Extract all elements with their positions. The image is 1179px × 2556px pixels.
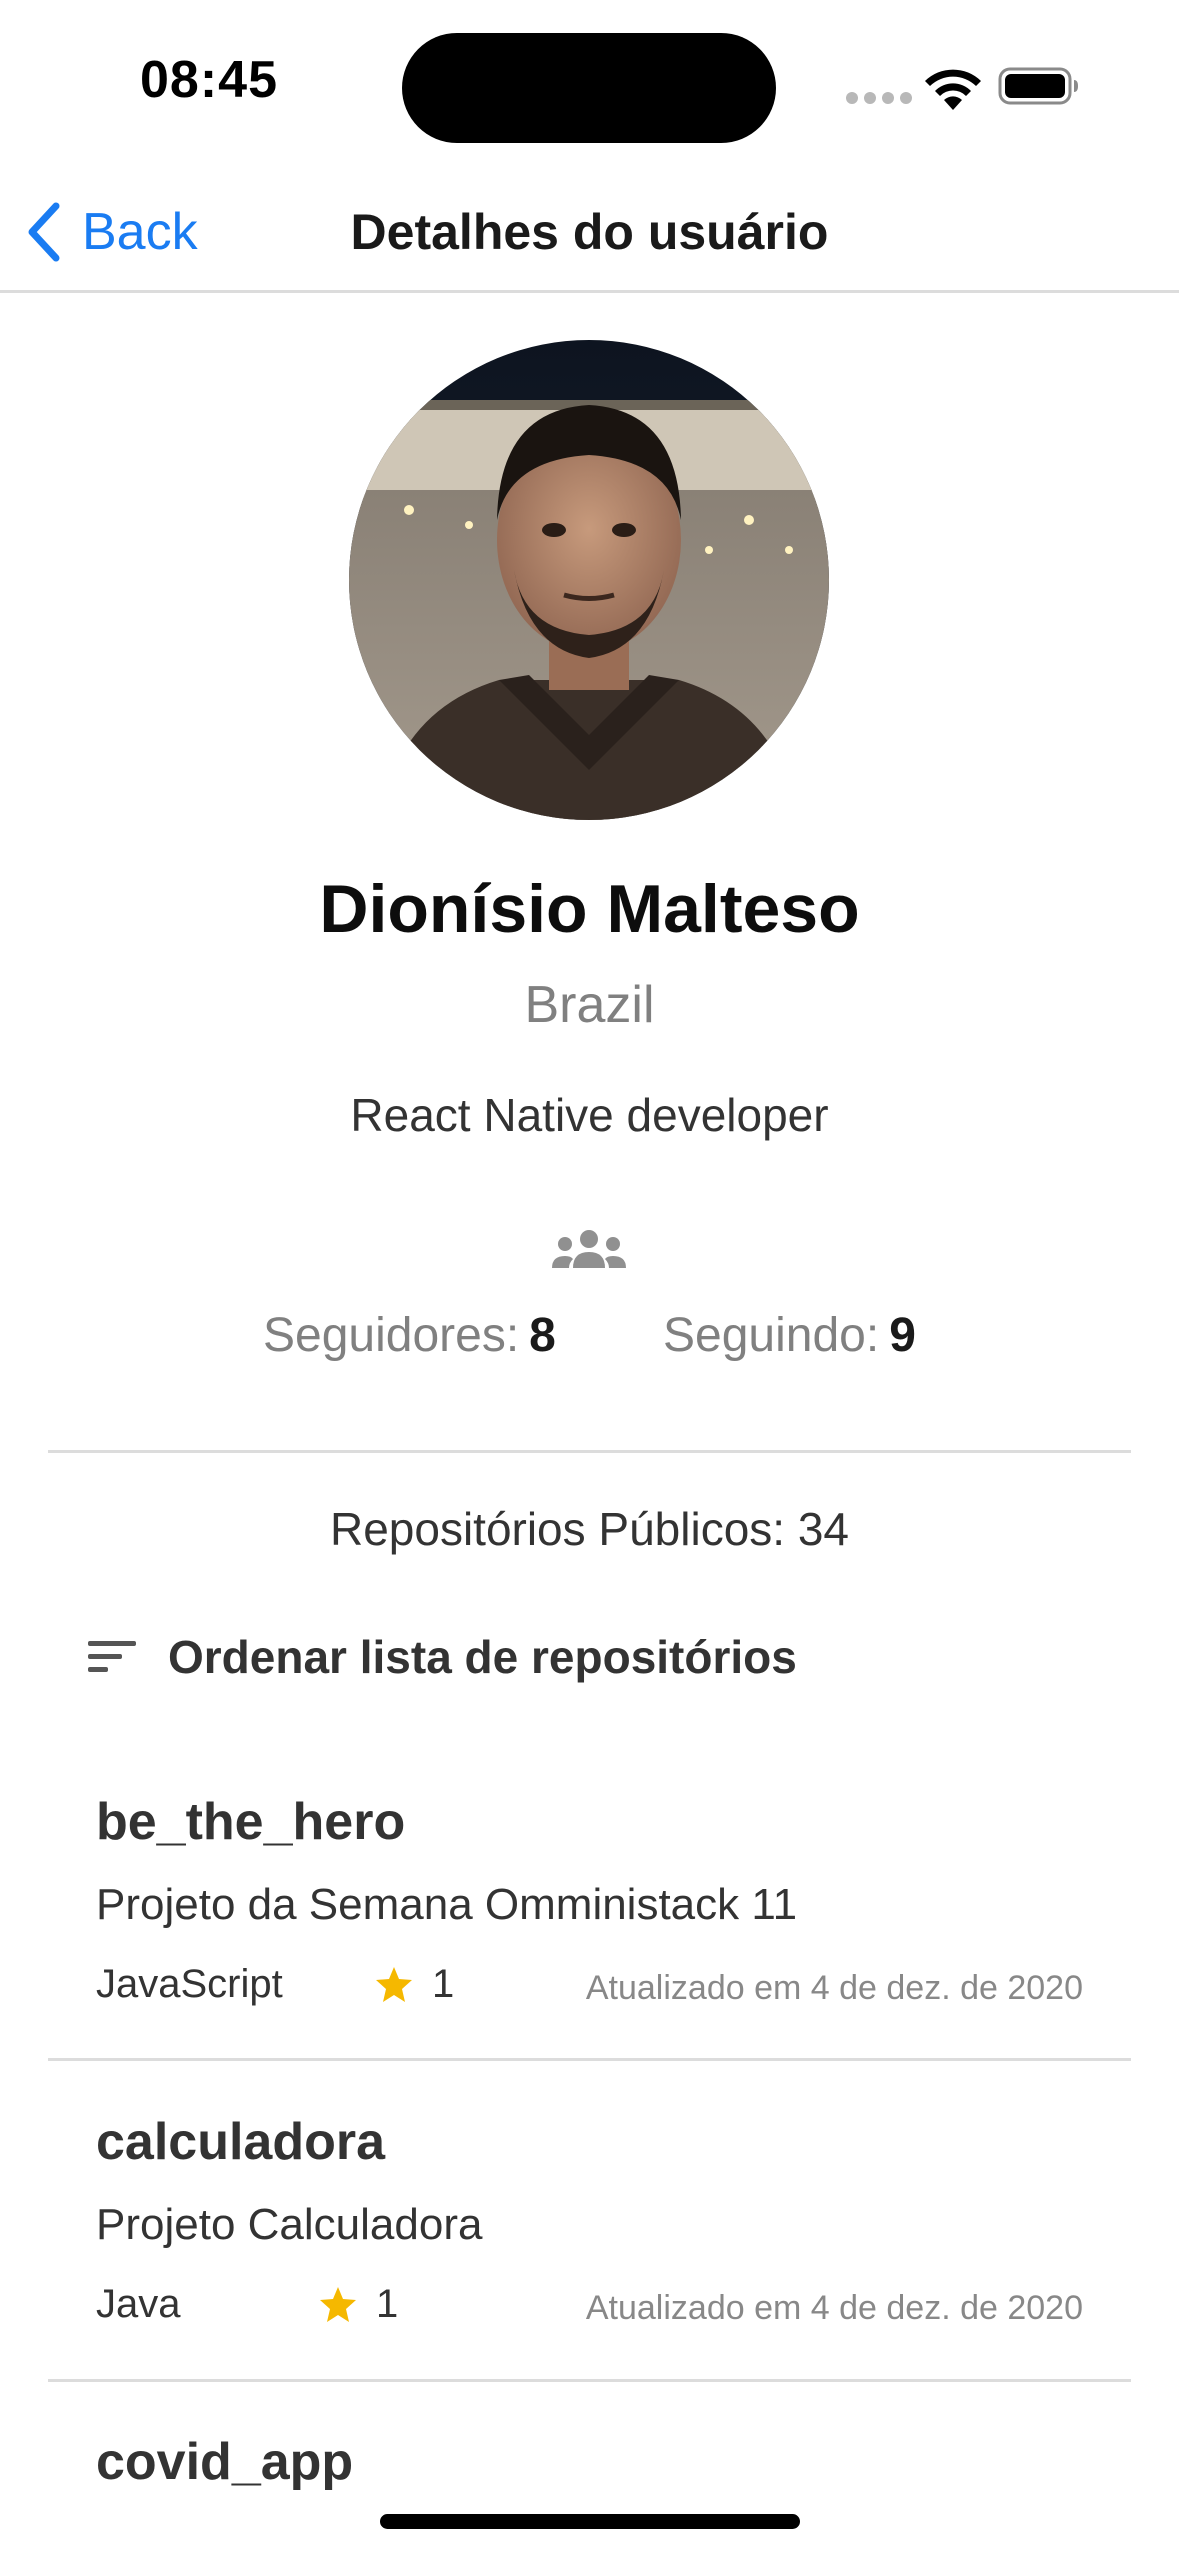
divider — [48, 1450, 1131, 1453]
chevron-left-icon — [28, 202, 60, 262]
wifi-icon — [925, 69, 981, 110]
following-count: 9 — [889, 1309, 916, 1362]
repo-star-count: 1 — [376, 2282, 399, 2326]
following-stat[interactable]: Seguindo: 9 — [663, 1308, 916, 1363]
divider — [48, 2379, 1131, 2382]
followers-count: 8 — [529, 1309, 556, 1362]
repo-updated-date: Atualizado em 4 de dez. de 2020 — [585, 2289, 1083, 2327]
repo-language: JavaScript — [96, 1962, 283, 2006]
followers-stat[interactable]: Seguidores: 8 — [263, 1308, 556, 1363]
user-name: Dionísio Malteso — [319, 871, 860, 947]
user-location: Brazil — [524, 976, 655, 1034]
repo-star-count: 1 — [432, 1962, 455, 2006]
sort-repos-button[interactable]: Ordenar lista de repositórios — [88, 1622, 797, 1692]
back-button[interactable]: Back — [24, 197, 198, 267]
following-label: Seguindo: — [663, 1309, 880, 1362]
repo-name: be_the_hero — [96, 1793, 406, 1851]
repo-language: Java — [96, 2282, 181, 2326]
sort-label: Ordenar lista de repositórios — [168, 1631, 797, 1683]
cellular-signal-icon — [846, 92, 912, 104]
repo-stars: 1 — [374, 1962, 454, 2007]
navigation-bar: Back Detalhes do usuário — [0, 175, 1179, 293]
repo-description: Projeto da Semana Omministack 11 — [96, 1880, 798, 1929]
repo-updated-date: Atualizado em 4 de dez. de 2020 — [585, 1969, 1083, 2007]
people-icon — [552, 1230, 626, 1268]
followers-label: Seguidores: — [263, 1309, 520, 1362]
repo-name: covid_app — [96, 2433, 354, 2491]
user-bio: React Native developer — [350, 1089, 829, 1141]
home-indicator — [380, 2514, 800, 2529]
repo-item[interactable]: calculadora Projeto Calculadora Java 1 A… — [48, 2082, 1131, 2380]
repo-name: calculadora — [96, 2113, 386, 2171]
avatar — [349, 340, 829, 820]
repo-item[interactable]: covid_app — [48, 2404, 1131, 2524]
status-bar: 08:45 — [0, 0, 1179, 175]
repo-stars: 1 — [318, 2282, 398, 2327]
repo-item[interactable]: be_the_hero Projeto da Semana Omministac… — [48, 1762, 1131, 2060]
dynamic-island — [402, 33, 776, 143]
public-repos-count: Repositórios Públicos: 34 — [329, 1503, 850, 1555]
battery-icon — [998, 67, 1078, 105]
sort-lines-icon — [88, 1641, 136, 1672]
repo-description: Projeto Calculadora — [96, 2200, 483, 2249]
status-time: 08:45 — [140, 51, 278, 109]
divider — [48, 2058, 1131, 2061]
star-icon — [320, 2286, 356, 2322]
back-label: Back — [82, 203, 198, 261]
star-icon — [376, 1966, 412, 2002]
